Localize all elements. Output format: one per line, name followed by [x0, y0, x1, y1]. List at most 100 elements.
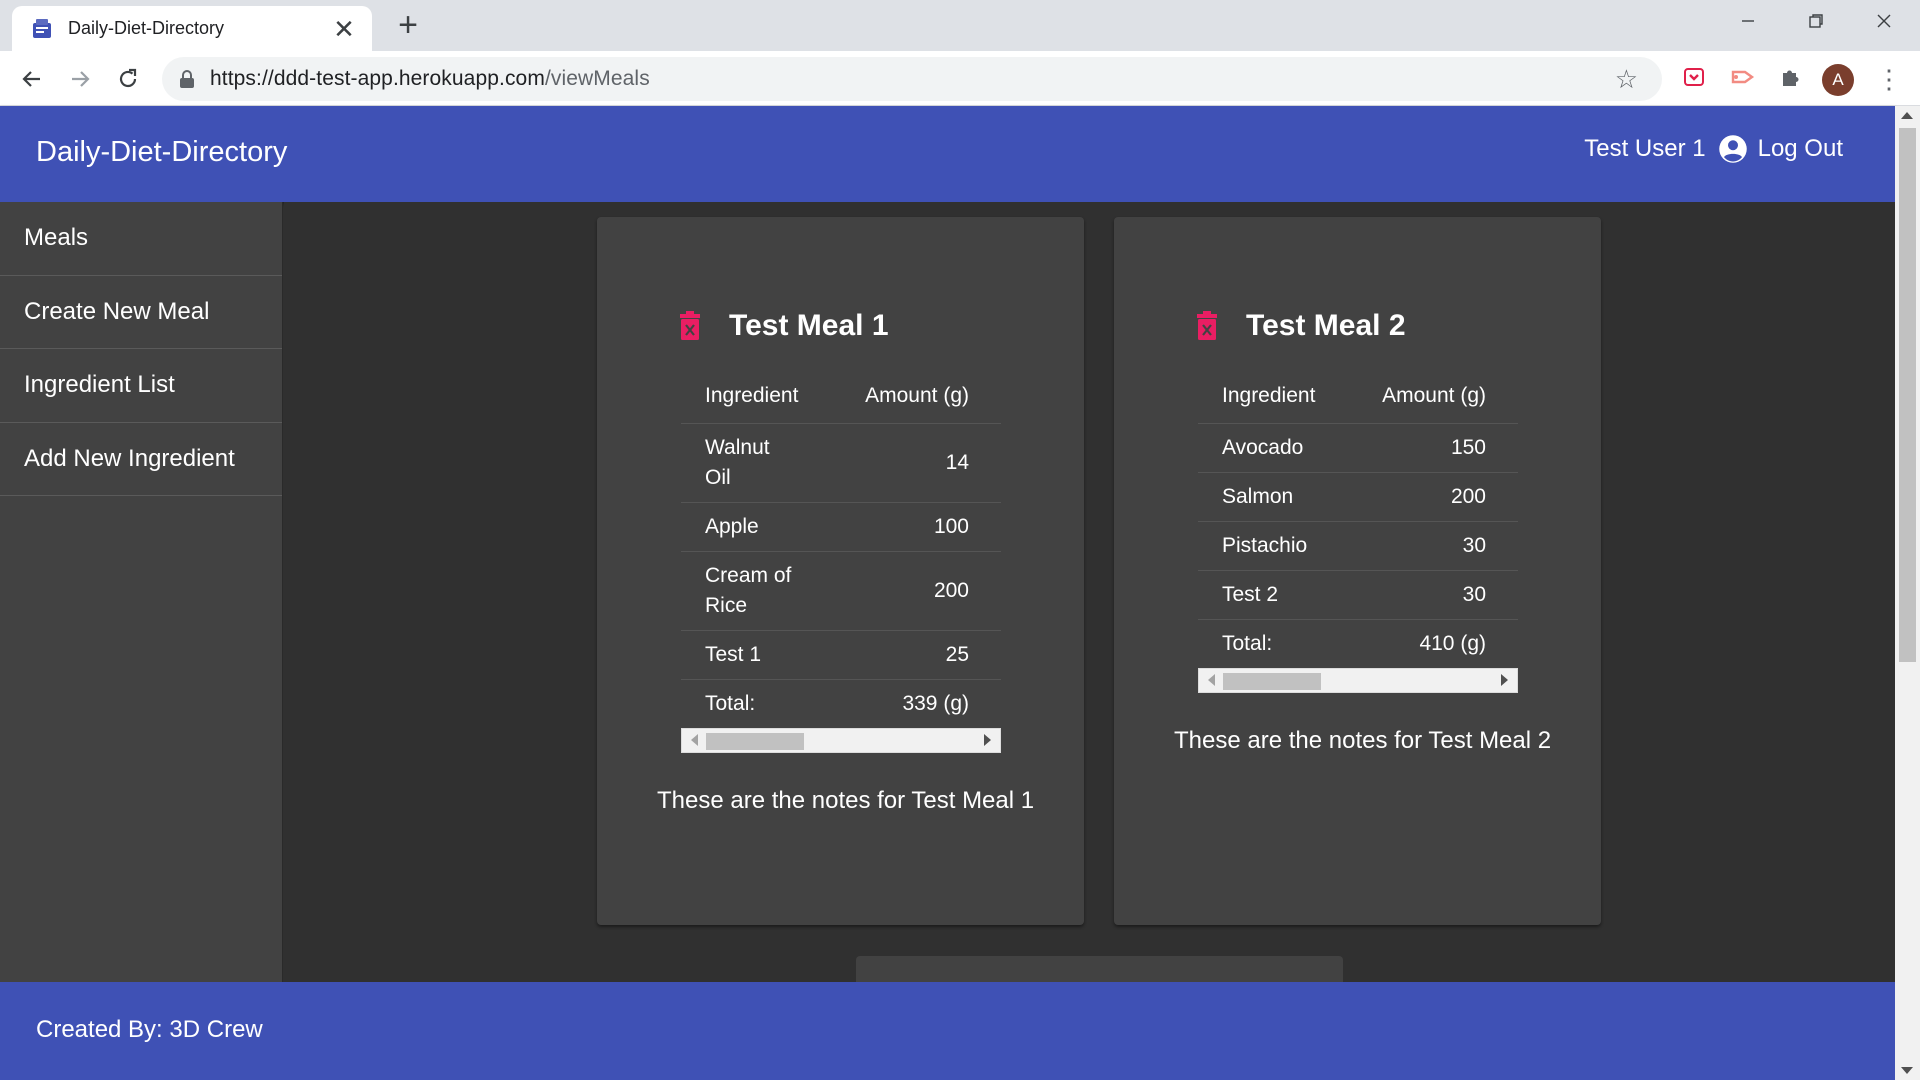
ingredient-name: Cream of Rice	[681, 551, 831, 631]
table-row: Test 1 25	[681, 630, 1001, 680]
lock-icon[interactable]	[180, 70, 194, 88]
tab-title: Daily-Diet-Directory	[68, 18, 225, 38]
meal-title: Test Meal 1	[729, 309, 889, 342]
table-horizontal-scrollbar[interactable]	[1198, 668, 1518, 693]
bookmark-star-icon[interactable]: ☆	[1615, 65, 1638, 93]
column-header-ingredient: Ingredient	[681, 369, 831, 424]
ingredient-name: Salmon	[1198, 472, 1353, 522]
sidebar-item-add-new-ingredient[interactable]: Add New Ingredient	[0, 423, 282, 496]
total-row: Total: 339 (g)	[681, 679, 1001, 728]
logout-button[interactable]: Log Out	[1758, 135, 1843, 163]
address-bar[interactable]: https://ddd-test-app.herokuapp.com/viewM…	[162, 57, 1662, 101]
page-vertical-scrollbar[interactable]	[1895, 106, 1920, 1080]
browser-menu-icon[interactable]: ⋮	[1876, 61, 1902, 97]
scroll-left-arrow-icon[interactable]	[1208, 674, 1215, 686]
cast-extension-icon[interactable]	[1729, 65, 1757, 93]
sidebar-item-label: Meals	[24, 224, 89, 252]
scrollbar-thumb[interactable]	[1899, 128, 1916, 662]
footer-credit: Created By: 3D Crew	[36, 1016, 263, 1043]
account-circle-icon[interactable]	[1718, 134, 1748, 164]
sidebar-item-label: Ingredient List	[24, 371, 175, 399]
meal-title-row: Test Meal 1	[679, 309, 889, 343]
back-arrow-icon[interactable]	[12, 59, 52, 99]
tab-close-icon[interactable]: ✕	[330, 16, 358, 42]
browser-tab[interactable]: Daily-Diet-Directory ✕	[12, 6, 372, 51]
scroll-up-arrow-icon[interactable]	[1901, 112, 1913, 119]
total-value: 339 (g)	[902, 691, 969, 715]
pocket-extension-icon[interactable]	[1680, 65, 1708, 93]
scrollbar-thumb[interactable]	[706, 733, 804, 750]
delete-trash-icon[interactable]	[1196, 311, 1218, 341]
ingredient-amount: 30	[1352, 570, 1518, 620]
meal-card-partial	[856, 956, 1343, 982]
meal-title-row: Test Meal 2	[1196, 309, 1406, 343]
scroll-right-arrow-icon[interactable]	[1501, 674, 1508, 686]
total-row: Total: 410 (g)	[1198, 619, 1518, 668]
meal-notes: These are the notes for Test Meal 1	[657, 787, 1035, 814]
extensions-puzzle-icon[interactable]	[1776, 65, 1804, 93]
table-row: Pistachio 30	[1198, 521, 1518, 571]
user-area: Test User 1 Log Out	[1584, 134, 1843, 164]
ingredient-table: Ingredient Amount (g) Avocado 150 Salmon…	[1198, 369, 1518, 668]
ingredient-name: Apple	[681, 502, 831, 552]
scroll-left-arrow-icon[interactable]	[691, 734, 698, 746]
table-header-row: Ingredient Amount (g)	[681, 369, 1001, 424]
column-header-amount: Amount (g)	[1352, 369, 1518, 424]
sidebar-item-create-new-meal[interactable]: Create New Meal	[0, 276, 282, 349]
ingredient-name: Pistachio	[1198, 521, 1353, 571]
ingredient-amount: 25	[831, 630, 1001, 680]
ingredient-name: Test 1	[681, 630, 831, 680]
total-label: Total:	[705, 691, 756, 715]
column-header-ingredient: Ingredient	[1198, 369, 1353, 424]
minimize-icon[interactable]	[1718, 4, 1778, 40]
total-label: Total:	[1222, 631, 1273, 655]
ingredient-name: Avocado	[1198, 423, 1353, 473]
meal-card: Test Meal 1 Ingredient Amount (g) Walnut…	[597, 217, 1084, 925]
app-brand[interactable]: Daily-Diet-Directory	[36, 136, 287, 169]
table-horizontal-scrollbar[interactable]	[681, 728, 1001, 753]
delete-trash-icon[interactable]	[679, 311, 701, 341]
meal-notes: These are the notes for Test Meal 2	[1174, 727, 1552, 754]
app-footer: Created By: 3D Crew	[0, 982, 1895, 1080]
table-row: Avocado 150	[1198, 423, 1518, 473]
reload-icon[interactable]	[108, 59, 148, 99]
scrollbar-thumb[interactable]	[1223, 673, 1321, 690]
new-tab-button[interactable]: +	[390, 8, 426, 44]
table-row: Salmon 200	[1198, 472, 1518, 522]
total-value: 410 (g)	[1419, 631, 1486, 655]
column-header-amount: Amount (g)	[831, 369, 1001, 424]
browser-toolbar: https://ddd-test-app.herokuapp.com/viewM…	[0, 51, 1920, 106]
scroll-right-arrow-icon[interactable]	[984, 734, 991, 746]
url-path: /viewMeals	[544, 67, 650, 90]
table-row: Apple 100	[681, 502, 1001, 552]
meal-title: Test Meal 2	[1246, 309, 1406, 342]
user-name: Test User 1	[1584, 135, 1706, 162]
ingredient-table: Ingredient Amount (g) Walnut Oil 14 Appl…	[681, 369, 1001, 728]
ingredient-name: Walnut Oil	[681, 423, 831, 503]
ingredient-amount: 30	[1352, 521, 1518, 571]
url-text: https://ddd-test-app.herokuapp.com/viewM…	[210, 67, 650, 91]
restore-icon[interactable]	[1786, 4, 1846, 40]
sidebar-item-label: Create New Meal	[24, 297, 210, 325]
table-row: Cream of Rice 200	[681, 551, 1001, 631]
ingredient-amount: 200	[831, 551, 1001, 631]
ingredient-amount: 14	[831, 423, 1001, 503]
window-close-icon[interactable]	[1854, 4, 1914, 40]
ingredient-amount: 200	[1352, 472, 1518, 522]
ingredient-table-wrapper: Ingredient Amount (g) Avocado 150 Salmon…	[1198, 369, 1518, 693]
table-row: Walnut Oil 14	[681, 423, 1001, 503]
ingredient-amount: 150	[1352, 423, 1518, 473]
ingredient-name: Test 2	[1198, 570, 1353, 620]
ingredient-table-wrapper: Ingredient Amount (g) Walnut Oil 14 Appl…	[681, 369, 1001, 753]
scroll-down-arrow-icon[interactable]	[1901, 1067, 1913, 1074]
profile-avatar[interactable]: A	[1822, 64, 1854, 96]
sidebar-item-meals[interactable]: Meals	[0, 202, 282, 276]
url-host: https://ddd-test-app.herokuapp.com	[210, 67, 545, 90]
sidebar-item-ingredient-list[interactable]: Ingredient List	[0, 349, 282, 423]
browser-tab-strip: Daily-Diet-Directory ✕ +	[0, 0, 1920, 51]
meal-card: Test Meal 2 Ingredient Amount (g) Avocad…	[1114, 217, 1601, 925]
forward-arrow-icon[interactable]	[60, 59, 100, 99]
sidebar: Meals Create New Meal Ingredient List Ad…	[0, 202, 283, 982]
site-favicon-icon	[33, 18, 51, 38]
main-content: Test Meal 1 Ingredient Amount (g) Walnut…	[284, 202, 1895, 982]
